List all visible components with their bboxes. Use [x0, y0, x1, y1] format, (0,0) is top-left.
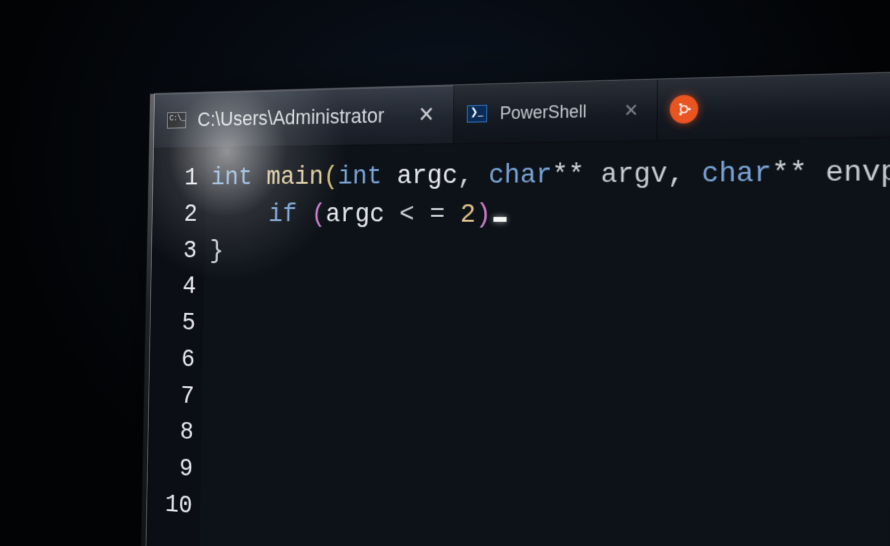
token-id2: argv — [601, 159, 668, 191]
line-number: 3 — [152, 233, 197, 270]
token-punct: , — [667, 159, 701, 191]
title-bar: C:\Users\Administrator ✕ PowerShell ✕ — [154, 67, 890, 148]
line-number: 8 — [148, 413, 194, 452]
token-punct: , — [457, 161, 488, 191]
token-op: < = — [399, 200, 460, 230]
text-cursor — [493, 217, 506, 222]
token-punct: } — [209, 237, 223, 266]
line-number: 2 — [152, 197, 197, 233]
token-kw: int — [211, 164, 267, 193]
tab-powershell[interactable]: PowerShell ✕ — [453, 80, 657, 144]
line-number-gutter: 12345678910 — [145, 148, 207, 546]
token-op: ** — [771, 158, 825, 191]
powershell-icon — [466, 105, 486, 123]
token-paren2: ) — [476, 200, 492, 230]
token-kw: char — [702, 158, 772, 191]
token-kw: if — [268, 200, 311, 229]
line-number: 4 — [151, 269, 197, 306]
token-kw: int — [338, 162, 397, 192]
tab-powershell-label: PowerShell — [500, 101, 587, 124]
code-editor[interactable]: 12345678910 int main(int argc, char** ar… — [145, 135, 890, 546]
line-number: 10 — [147, 485, 193, 525]
cmd-icon — [167, 112, 186, 129]
code-line: if (argc < = 2) — [210, 195, 890, 239]
line-number: 6 — [150, 341, 196, 379]
token-id: argc — [397, 162, 458, 192]
token-funcname: main — [266, 163, 323, 192]
token-kw: char — [488, 161, 552, 192]
tab-cmd-label: C:\Users\Administrator — [197, 103, 384, 131]
token-num2: 2 — [460, 200, 476, 230]
token-id: argc — [326, 200, 400, 230]
line-number: 7 — [149, 377, 195, 415]
token-op: ** — [552, 160, 601, 191]
line-number: 5 — [150, 305, 196, 343]
line-number: 9 — [148, 449, 194, 488]
tab-cmd[interactable]: C:\Users\Administrator ✕ — [154, 85, 454, 147]
close-icon[interactable]: ✕ — [418, 104, 435, 125]
code-area[interactable]: int main(int argc, char** argv, char** e… — [198, 135, 890, 546]
token-id2: envp — [825, 157, 890, 190]
terminal-window: C:\Users\Administrator ✕ PowerShell ✕ 12… — [144, 66, 890, 546]
line-number: 1 — [153, 161, 198, 197]
ubuntu-icon[interactable] — [670, 95, 699, 124]
token-paren2: ( — [311, 200, 326, 229]
token-paren: ( — [323, 163, 338, 192]
close-icon[interactable]: ✕ — [624, 101, 639, 119]
code-line: int main(int argc, char** argv, char** e… — [211, 150, 890, 196]
